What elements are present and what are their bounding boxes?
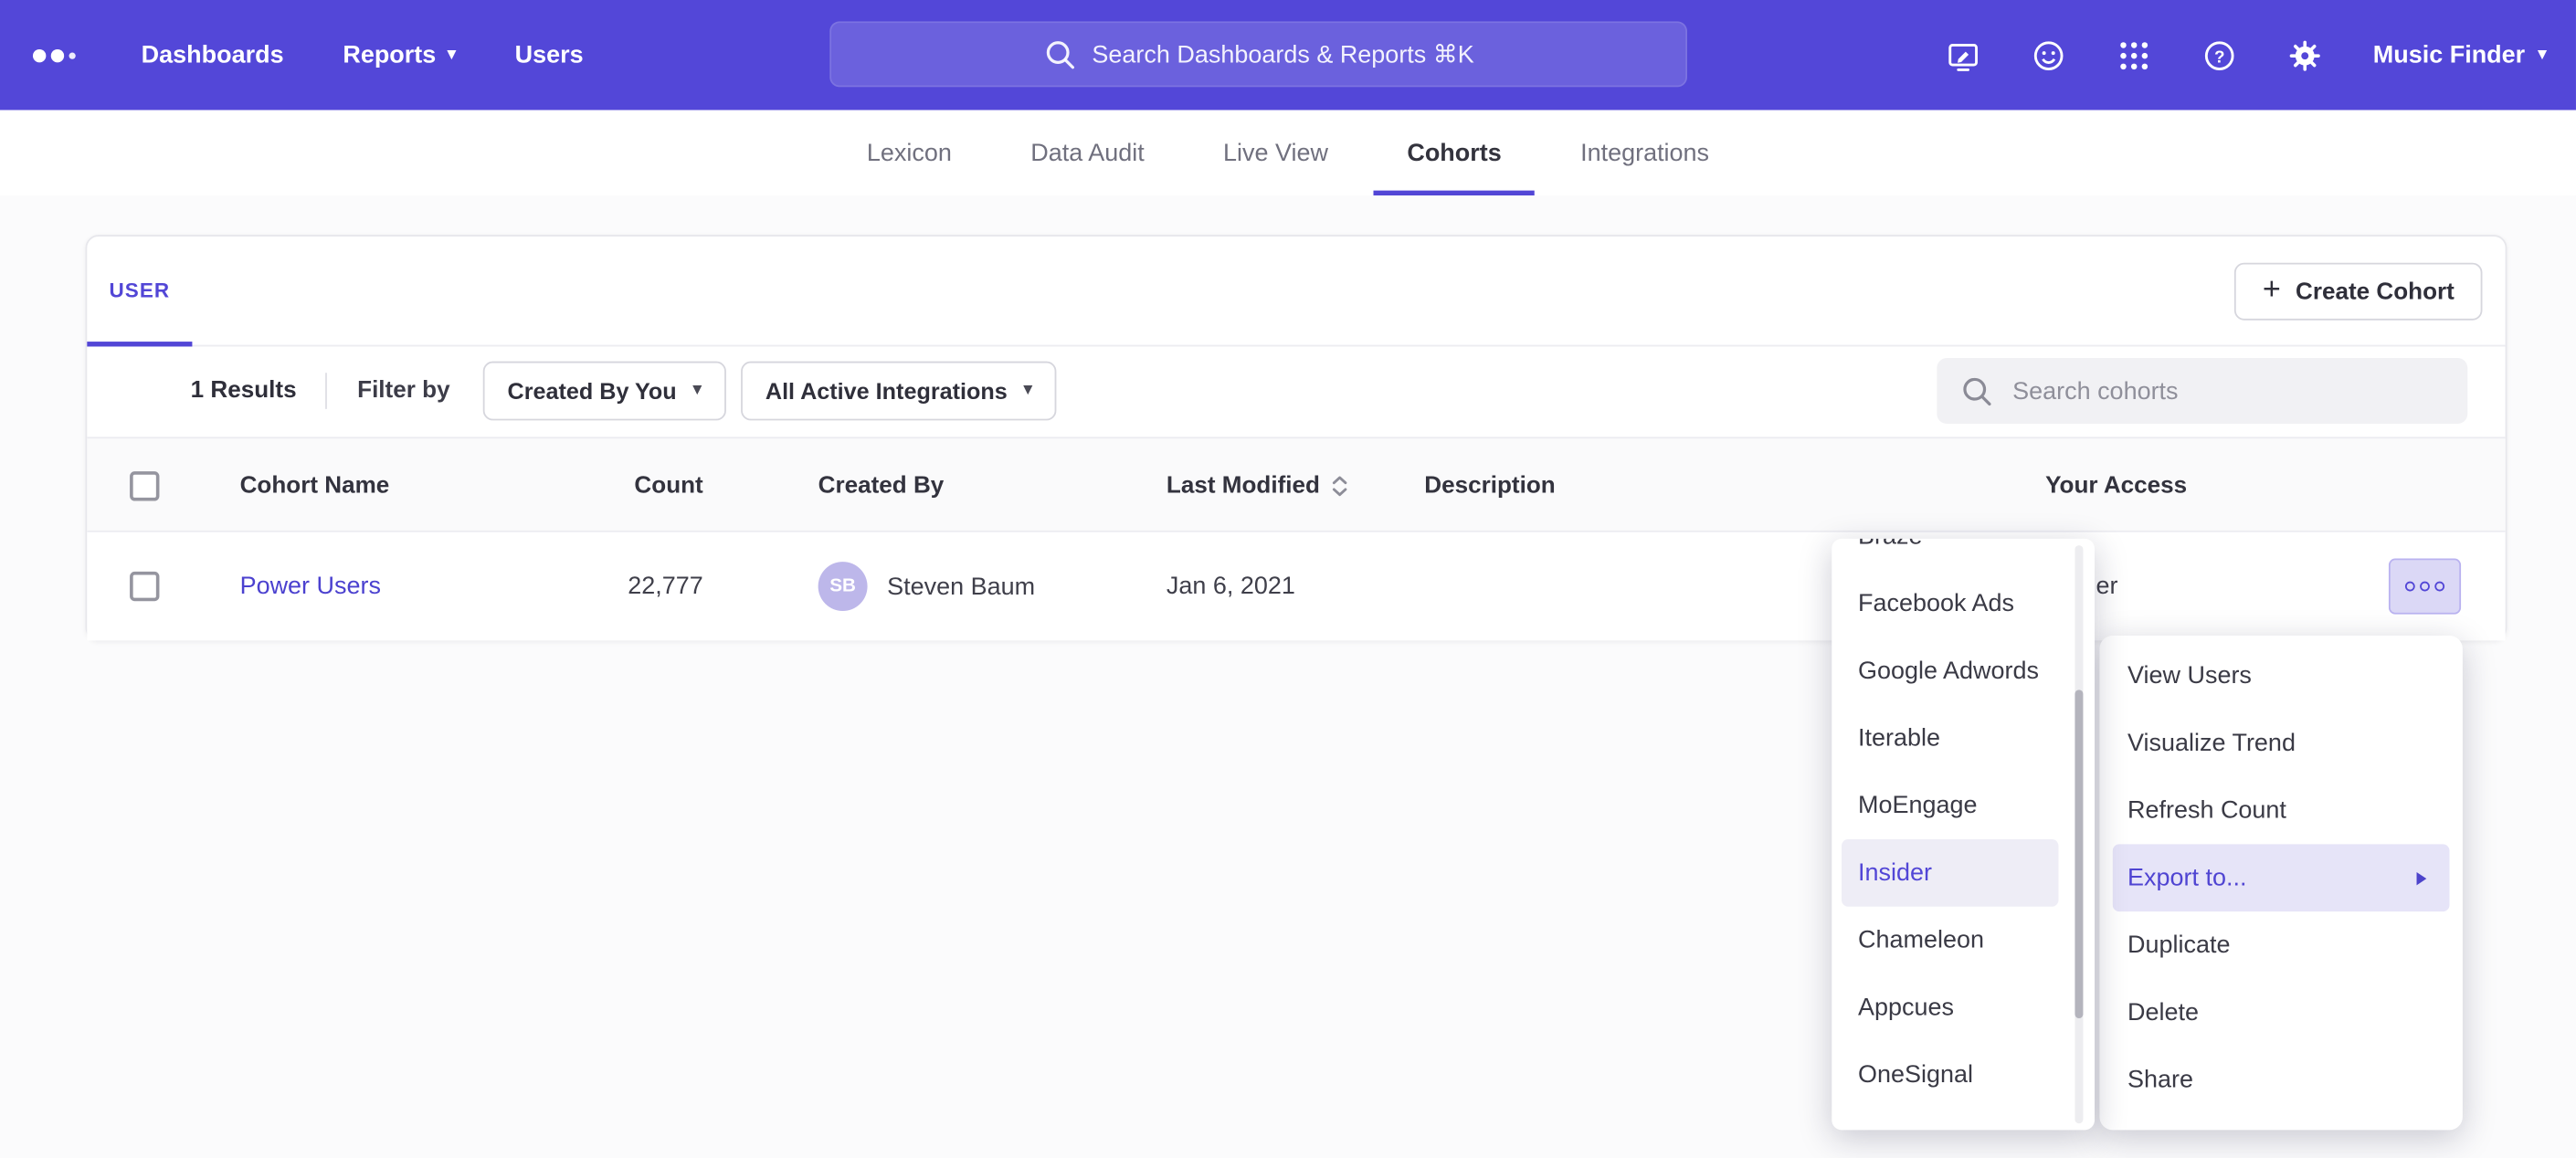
row-context-menu: View Users Visualize Trend Refresh Count…	[2099, 636, 2462, 1130]
row-actions-button[interactable]	[2389, 558, 2461, 614]
logo-dot	[69, 52, 76, 58]
menu-item-duplicate[interactable]: Duplicate	[2113, 911, 2450, 979]
dot-icon	[2434, 582, 2444, 592]
table-header: Cohort Name Count Created By Last Modifi…	[87, 437, 2505, 532]
submenu-scrollbar-track[interactable]	[2075, 545, 2083, 1123]
nav-users[interactable]: Users	[515, 41, 584, 69]
topbar-actions: ? Music Finder ▾	[1946, 0, 2546, 110]
create-cohort-label: Create Cohort	[2296, 279, 2455, 305]
global-search-placeholder: Search Dashboards & Reports ⌘K	[1092, 39, 1473, 68]
menu-item-export-to[interactable]: Export to...	[2113, 844, 2450, 911]
chevron-right-icon	[2417, 871, 2427, 884]
nav-dashboards[interactable]: Dashboards	[142, 41, 284, 69]
column-count: Count	[498, 472, 703, 499]
tab-live-view[interactable]: Live View	[1190, 110, 1361, 195]
compose-icon[interactable]	[1946, 37, 1982, 73]
select-all-checkbox[interactable]	[130, 470, 159, 500]
topbar: Dashboards Reports ▾ Users Search Dashbo…	[0, 0, 2576, 110]
feedback-smiley-icon[interactable]	[2032, 37, 2068, 73]
column-cohort-name: Cohort Name	[240, 472, 390, 499]
submenu-item-braze[interactable]: Braze	[1842, 539, 2058, 570]
submenu-item-facebook-ads[interactable]: Facebook Ads	[1842, 570, 2058, 637]
column-created-by: Created By	[818, 472, 945, 499]
filter-created-by-label: Created By You	[508, 378, 677, 405]
search-icon	[1042, 37, 1075, 70]
submenu-item-moengage[interactable]: MoEngage	[1842, 772, 2058, 839]
apps-grid-icon[interactable]	[2117, 37, 2153, 73]
filter-integrations-label: All Active Integrations	[765, 378, 1008, 405]
tab-data-audit[interactable]: Data Audit	[998, 110, 1177, 195]
filter-by-label: Filter by	[357, 378, 449, 405]
help-icon[interactable]: ?	[2202, 37, 2239, 73]
menu-item-share[interactable]: Share	[2113, 1047, 2450, 1114]
tab-integrations[interactable]: Integrations	[1547, 110, 1742, 195]
tab-user-label: USER	[109, 279, 170, 302]
submenu-item-insider[interactable]: Insider	[1842, 839, 2058, 907]
logo-dot	[33, 48, 46, 61]
cohorts-card: USER + Create Cohort 1 Results Filter by…	[86, 235, 2507, 640]
filter-row: 1 Results Filter by Created By You ▾ All…	[87, 345, 2505, 437]
cohort-count: 22,777	[498, 573, 703, 601]
tab-cohorts[interactable]: Cohorts	[1374, 110, 1534, 195]
column-last-modified[interactable]: Last Modified	[1167, 472, 1349, 499]
logo-dot	[51, 48, 64, 61]
column-last-modified-label: Last Modified	[1167, 472, 1320, 499]
global-search[interactable]: Search Dashboards & Reports ⌘K	[829, 21, 1687, 87]
submenu-item-google-adwords[interactable]: Google Adwords	[1842, 637, 2058, 705]
dot-icon	[2405, 582, 2415, 592]
cohort-search	[1937, 358, 2467, 424]
dot-icon	[2420, 582, 2430, 592]
filter-integrations-dropdown[interactable]: All Active Integrations ▾	[741, 362, 1057, 421]
sort-icon	[1332, 474, 1350, 497]
export-submenu: Braze Facebook Ads Google Adwords Iterab…	[1832, 539, 2095, 1130]
settings-gear-icon[interactable]	[2287, 37, 2324, 73]
row-checkbox[interactable]	[130, 572, 159, 601]
cohort-link[interactable]: Power Users	[240, 573, 381, 601]
cohort-last-modified: Jan 6, 2021	[1167, 573, 1295, 601]
tab-lexicon[interactable]: Lexicon	[834, 110, 985, 195]
submenu-scrollbar-thumb[interactable]	[2075, 690, 2083, 1018]
chevron-down-icon: ▾	[448, 47, 456, 63]
menu-item-refresh-count[interactable]: Refresh Count	[2113, 777, 2450, 845]
workspace-name: Music Finder	[2373, 41, 2525, 69]
top-nav: Dashboards Reports ▾ Users	[142, 41, 584, 69]
search-icon	[1960, 374, 1993, 407]
created-by-name: Steven Baum	[887, 573, 1035, 601]
app-root: Dashboards Reports ▾ Users Search Dashbo…	[0, 0, 2576, 1158]
section-tabs: Lexicon Data Audit Live View Cohorts Int…	[0, 110, 2576, 196]
submenu-item-appcues[interactable]: Appcues	[1842, 974, 2058, 1041]
workspace-switcher[interactable]: Music Finder ▾	[2373, 41, 2547, 69]
mixpanel-logo[interactable]	[33, 48, 76, 61]
filter-created-by-dropdown[interactable]: Created By You ▾	[483, 362, 726, 421]
results-count: 1 Results	[191, 378, 297, 405]
chevron-down-icon: ▾	[1024, 383, 1032, 399]
divider	[326, 373, 328, 409]
submenu-item-chameleon[interactable]: Chameleon	[1842, 907, 2058, 974]
export-submenu-list: Braze Facebook Ads Google Adwords Iterab…	[1832, 539, 2095, 1109]
menu-item-visualize-trend[interactable]: Visualize Trend	[2113, 710, 2450, 777]
column-your-access: Your Access	[2045, 472, 2187, 499]
nav-reports-label: Reports	[343, 41, 436, 69]
tab-user[interactable]: USER	[87, 237, 192, 345]
create-cohort-button[interactable]: + Create Cohort	[2234, 263, 2482, 321]
chevron-down-icon: ▾	[693, 383, 702, 399]
chevron-down-icon: ▾	[2539, 47, 2547, 63]
nav-reports[interactable]: Reports ▾	[343, 41, 456, 69]
card-header: USER + Create Cohort	[87, 237, 2505, 346]
submenu-item-onesignal[interactable]: OneSignal	[1842, 1041, 2058, 1109]
page-body: USER + Create Cohort 1 Results Filter by…	[0, 195, 2576, 1158]
avatar: SB	[818, 562, 868, 611]
submenu-item-iterable[interactable]: Iterable	[1842, 705, 2058, 773]
menu-item-delete[interactable]: Delete	[2113, 979, 2450, 1047]
table-row: Power Users 22,777 SB Steven Baum Jan 6,…	[87, 531, 2505, 640]
menu-item-view-users[interactable]: View Users	[2113, 642, 2450, 710]
menu-item-export-to-label: Export to...	[2127, 864, 2246, 892]
cohort-search-input[interactable]	[2010, 375, 2445, 406]
plus-icon: +	[2263, 274, 2281, 305]
cohort-created-by: SB Steven Baum	[818, 562, 1036, 611]
svg-text:?: ?	[2215, 47, 2226, 66]
column-description: Description	[1424, 472, 1555, 499]
